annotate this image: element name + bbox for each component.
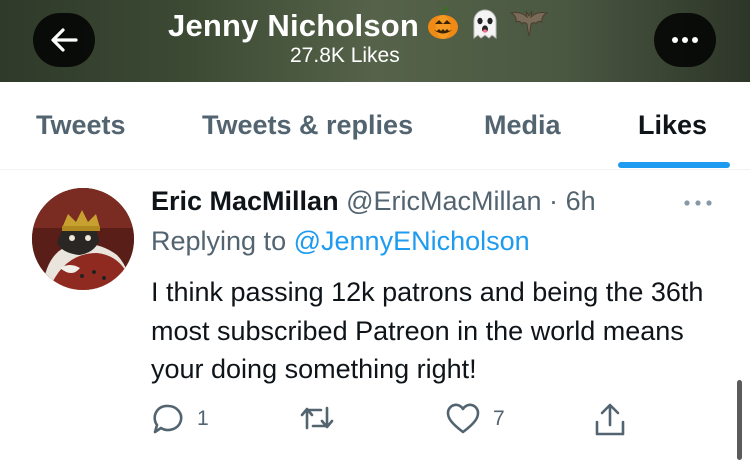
retweet-button[interactable] [299, 402, 347, 434]
more-options-button[interactable] [654, 13, 716, 67]
separator-dot: · [549, 186, 559, 216]
more-horizontal-icon [672, 37, 698, 43]
profile-header: Jenny Nicholson 27.8K Likes [0, 0, 750, 82]
pumpkin-icon [425, 6, 461, 47]
tweet-card[interactable]: Eric MacMillan @EricMacMillan · 6h Reply… [0, 170, 750, 460]
more-horizontal-icon [684, 200, 712, 206]
reply-button[interactable]: 1 [151, 402, 209, 436]
tweet-text: I think passing 12k patrons and being th… [151, 277, 704, 384]
arrow-left-icon [51, 28, 78, 52]
like-count: 7 [493, 407, 505, 430]
tab-tweets-and-replies[interactable]: Tweets & replies [202, 110, 413, 141]
profile-tabs: Tweets Tweets & replies Media Likes [0, 82, 750, 170]
bat-icon [509, 6, 549, 47]
author-handle[interactable]: @EricMacMillan [346, 186, 541, 216]
share-button[interactable] [593, 402, 627, 438]
tab-media[interactable]: Media [484, 110, 561, 141]
profile-title: Jenny Nicholson [168, 6, 549, 46]
tweet-more-button[interactable] [683, 194, 713, 212]
like-button[interactable]: 7 [445, 402, 505, 436]
reply-icon [153, 404, 183, 434]
ghost-icon [467, 6, 503, 47]
avatar[interactable] [32, 188, 134, 290]
tweet-actions: 1 7 [151, 402, 651, 438]
replying-to-label: Replying to [151, 226, 287, 256]
heart-icon [446, 403, 480, 434]
replying-to: Replying to @JennyENicholson [151, 226, 530, 257]
tweet-time[interactable]: 6h [566, 186, 596, 216]
author-name[interactable]: Eric MacMillan [151, 186, 339, 216]
tweet-author-line: Eric MacMillan @EricMacMillan · 6h [151, 186, 596, 217]
active-tab-indicator [618, 162, 730, 168]
share-icon [595, 403, 625, 436]
likes-count: 27.8K Likes [290, 44, 400, 67]
back-button[interactable] [33, 13, 95, 67]
tab-likes[interactable]: Likes [638, 110, 707, 141]
retweet-icon [300, 406, 334, 430]
reply-count: 1 [197, 407, 209, 430]
replying-to-link[interactable]: @JennyENicholson [294, 226, 530, 256]
tab-tweets[interactable]: Tweets [36, 110, 126, 141]
profile-name: Jenny Nicholson [168, 8, 420, 43]
scrollbar[interactable] [737, 380, 742, 460]
